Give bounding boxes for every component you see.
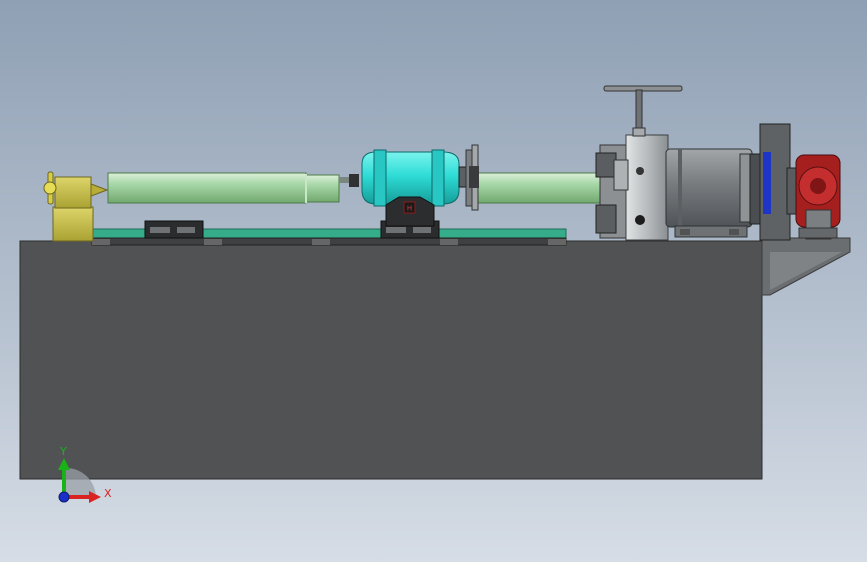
slide-block-left <box>144 220 204 239</box>
machine-drawing: H Y X <box>19 85 851 503</box>
machine-base <box>19 237 851 480</box>
t-handle-wrench[interactable] <box>603 85 683 137</box>
chuck-assembly <box>595 134 669 241</box>
drive-motor <box>665 123 791 241</box>
guide-ring <box>465 144 479 211</box>
y-axis-label: Y <box>59 445 67 458</box>
cad-viewport[interactable]: H Y X <box>0 0 867 562</box>
handwheel-icon[interactable] <box>43 171 57 205</box>
carriage-motor: H <box>361 149 470 227</box>
gearbox-reducer <box>786 154 841 240</box>
pipe-workpiece <box>107 172 615 204</box>
x-axis-label: X <box>104 487 112 500</box>
svg-text:H: H <box>407 205 412 213</box>
